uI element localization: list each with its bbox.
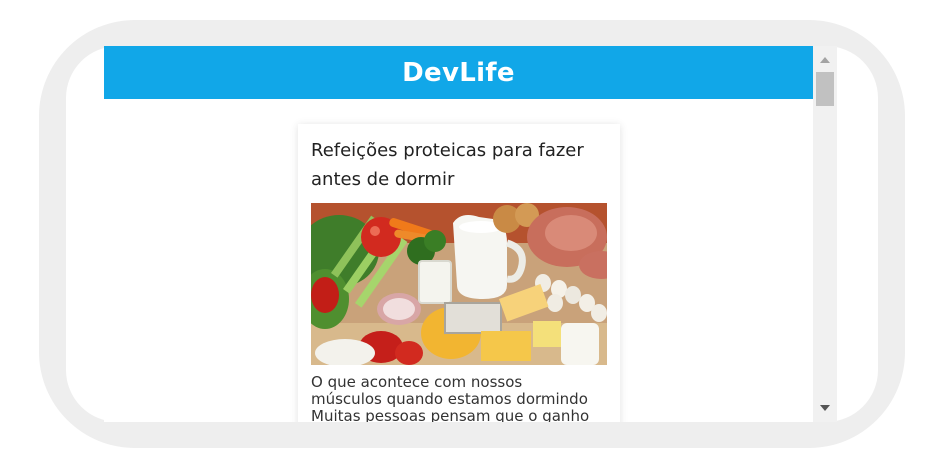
- food-photo: [311, 203, 607, 365]
- phone-mockup: DevLife Refeições proteicas para fazer a…: [0, 0, 942, 462]
- vertical-scrollbar[interactable]: [813, 46, 837, 422]
- article-summary: O que acontece com nossos músculos quand…: [311, 373, 607, 423]
- article-card[interactable]: Refeições proteicas para fazer antes de …: [298, 124, 620, 422]
- summary-line: O que acontece com nossos: [311, 373, 523, 391]
- scroll-thumb[interactable]: [816, 72, 834, 106]
- scroll-down-arrow-icon[interactable]: [820, 405, 830, 411]
- app-header: DevLife: [104, 46, 813, 99]
- summary-line: músculos quando estamos dormindo: [311, 390, 588, 408]
- app-title: DevLife: [402, 57, 515, 88]
- app-viewport: DevLife Refeições proteicas para fazer a…: [104, 46, 813, 422]
- scroll-up-arrow-icon[interactable]: [820, 57, 830, 63]
- summary-line: Muitas pessoas pensam que o ganho: [311, 407, 590, 423]
- article-title[interactable]: Refeições proteicas para fazer antes de …: [311, 136, 607, 194]
- article-image[interactable]: [311, 203, 607, 365]
